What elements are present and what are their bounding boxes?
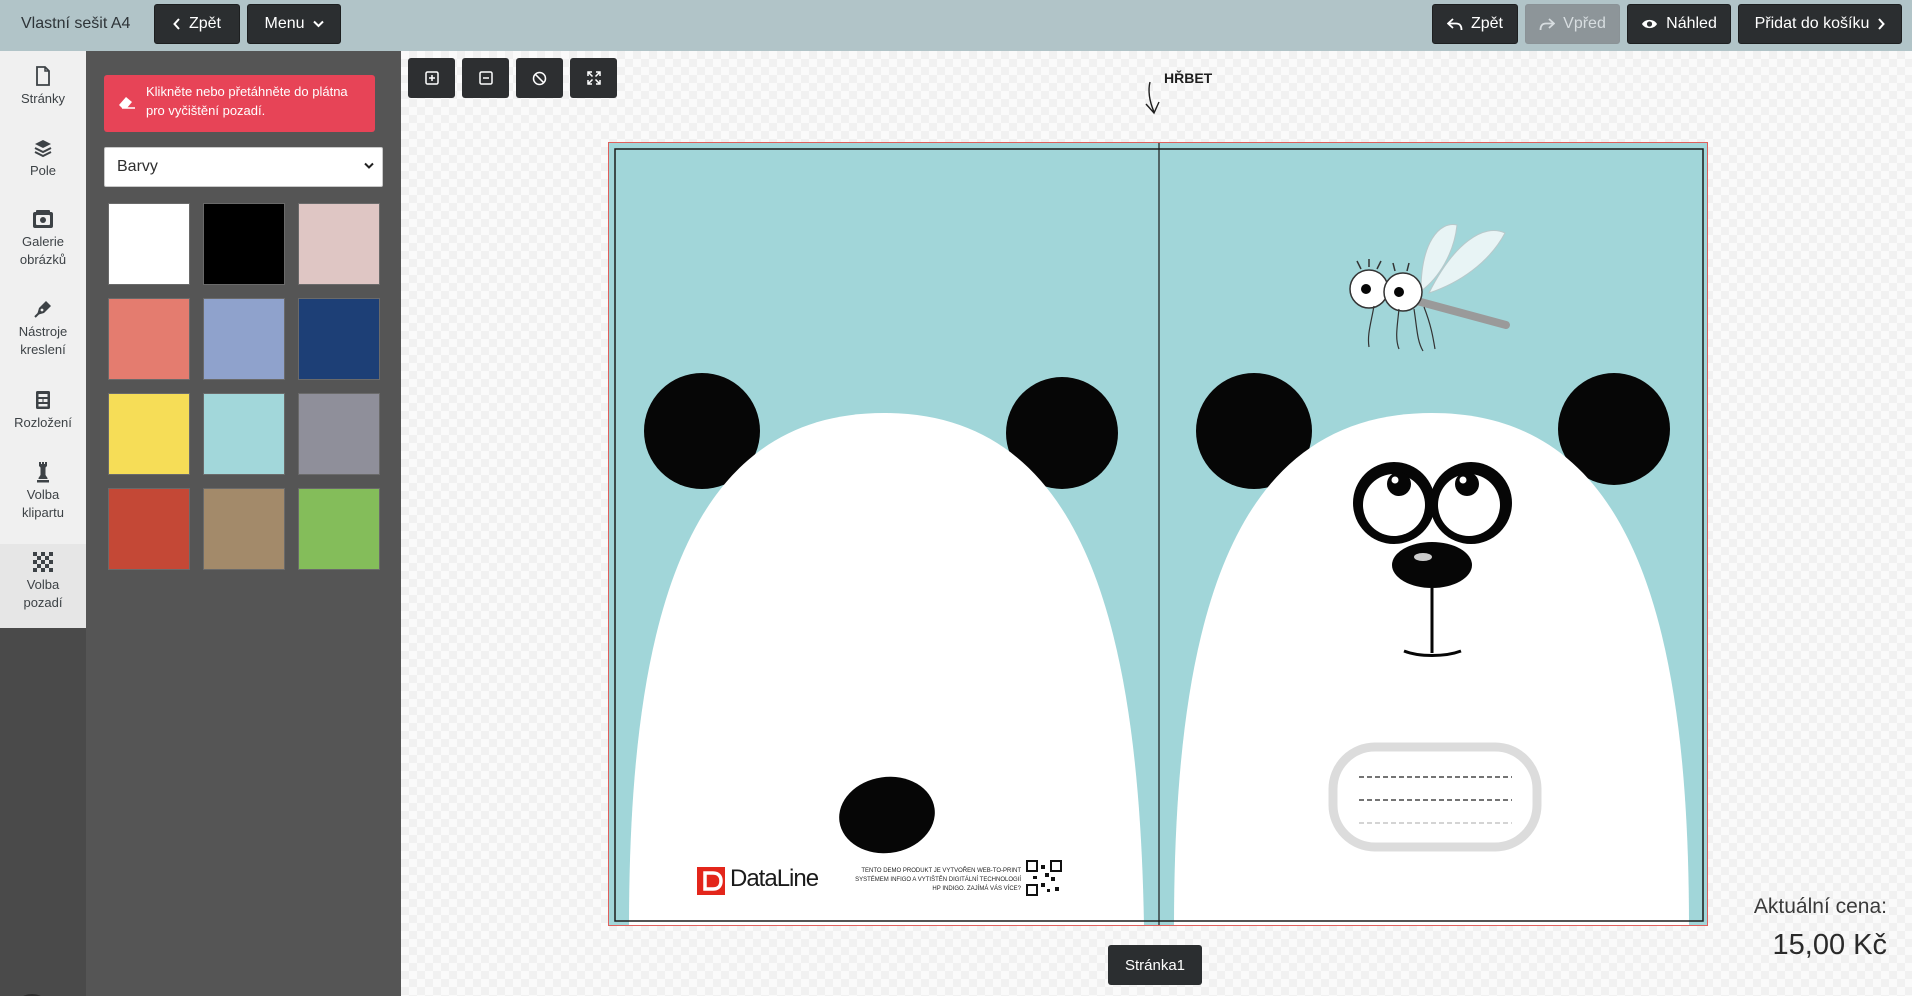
gallery-icon xyxy=(32,208,54,230)
undo-button-label: Zpět xyxy=(1470,15,1503,32)
menu-button[interactable]: Menu xyxy=(247,4,341,44)
menu-button-label: Menu xyxy=(264,15,305,32)
add-to-cart-label: Přidat do košíku xyxy=(1754,15,1870,32)
color-swatch[interactable] xyxy=(203,298,285,380)
sidebar-item-background[interactable]: Volba pozadí xyxy=(0,544,86,628)
sidebar-item-label: Rozložení xyxy=(14,415,72,430)
panda-back-illustration xyxy=(629,373,1144,925)
chevron-left-icon xyxy=(173,18,180,30)
spine-label: HŘBET xyxy=(1164,70,1213,86)
minus-square-icon xyxy=(478,71,493,85)
alert-text-line: pro vyčištění pozadí. xyxy=(146,103,266,118)
chevron-right-icon xyxy=(1878,18,1886,30)
back-button-label: Zpět xyxy=(188,15,221,32)
layout-icon xyxy=(32,389,54,411)
sidebar-item-clipart[interactable]: Volba klipartu xyxy=(0,461,86,543)
price-label: Aktuální cena: xyxy=(1753,895,1887,918)
layers-icon xyxy=(32,137,54,159)
demo-text-line: HP INDIGO. ZAJÍMÁ VÁS VÍCE? xyxy=(932,886,1021,892)
checkerboard-icon xyxy=(32,551,54,573)
sidebar-item-pages[interactable]: Stránky xyxy=(0,65,86,127)
color-swatch[interactable] xyxy=(108,393,190,475)
redo-button-label: Vpřed xyxy=(1563,15,1606,32)
color-swatch[interactable] xyxy=(203,393,285,475)
plus-square-icon xyxy=(424,71,439,85)
color-swatch[interactable] xyxy=(298,203,380,285)
clear-background-alert[interactable]: Klikněte nebo přetáhněte do plátna pro v… xyxy=(104,75,375,132)
sidebar-item-fields[interactable]: Pole xyxy=(0,137,86,199)
sidebar-item-label: klipartu xyxy=(22,505,64,520)
ban-icon xyxy=(532,71,547,85)
sidebar-item-label: kreslení xyxy=(20,342,66,357)
chevron-down-icon xyxy=(312,20,324,28)
demo-text-line: TENTO DEMO PRODUKT JE VYTVOŘEN WEB-TO-PR… xyxy=(861,868,1021,874)
color-swatch[interactable] xyxy=(108,203,190,285)
undo-button[interactable]: Zpět xyxy=(1432,4,1518,44)
color-swatch[interactable] xyxy=(298,298,380,380)
document-title: Vlastní sešit A4 xyxy=(21,15,131,32)
demo-text-line: SYSTÉMEM INFIGO A VYTIŠTĚN DIGITÁLNÍ TEC… xyxy=(855,877,1021,883)
chevron-down-icon xyxy=(364,162,374,169)
back-button[interactable]: Zpět xyxy=(154,4,240,44)
sidebar-item-label: Galerie xyxy=(22,234,64,249)
color-swatch[interactable] xyxy=(108,488,190,570)
preview-button[interactable]: Náhled xyxy=(1627,4,1731,44)
demo-disclaimer: TENTO DEMO PRODUKT JE VYTVOŘEN WEB-TO-PR… xyxy=(807,867,1021,894)
pen-icon xyxy=(32,298,54,320)
background-panel: Klikněte nebo přetáhněte do plátna pro v… xyxy=(86,51,401,996)
design-canvas[interactable]: DataLine TENTO DEMO PRODUKT JE VYTVOŘEN … xyxy=(608,142,1708,926)
top-bar: Vlastní sešit A4 Zpět Menu Zpět Vpřed Ná… xyxy=(0,0,1912,51)
sidebar-item-gallery[interactable]: Galerie obrázků xyxy=(0,208,86,290)
color-swatch[interactable] xyxy=(203,488,285,570)
tool-rail: Stránky Pole Galerie obrázků Nástroje kr… xyxy=(0,51,86,996)
page-selector-button[interactable]: Stránka1 xyxy=(1108,945,1202,985)
sidebar-item-label: Stránky xyxy=(20,91,66,106)
color-swatch[interactable] xyxy=(203,203,285,285)
share-icon xyxy=(1539,17,1556,30)
background-type-value: Barvy xyxy=(117,158,158,175)
fullscreen-button[interactable] xyxy=(570,58,617,98)
eye-icon xyxy=(1642,19,1658,29)
sidebar-item-layout[interactable]: Rozložení xyxy=(0,389,86,451)
sidebar-item-drawing-tools[interactable]: Nástroje kreslení xyxy=(0,298,86,380)
color-swatch[interactable] xyxy=(298,393,380,475)
reply-icon xyxy=(1446,17,1463,30)
sidebar-item-label: Nástroje xyxy=(18,324,68,339)
cover-artwork xyxy=(609,143,1707,925)
sidebar-item-label: Pole xyxy=(29,163,57,178)
eraser-icon xyxy=(119,97,135,109)
price-value: 15,00 Kč xyxy=(1772,929,1887,961)
color-swatch[interactable] xyxy=(108,298,190,380)
logo-text: DataLine xyxy=(730,865,819,892)
sidebar-item-label: obrázků xyxy=(19,252,67,267)
redo-button[interactable]: Vpřed xyxy=(1525,4,1620,44)
preview-button-label: Náhled xyxy=(1666,15,1717,32)
sidebar-item-label: Volba xyxy=(26,577,60,592)
zoom-out-button[interactable] xyxy=(462,58,509,98)
alert-text-line: Klikněte nebo přetáhněte do plátna xyxy=(146,84,348,99)
reset-zoom-button[interactable] xyxy=(516,58,563,98)
page-icon xyxy=(32,65,54,87)
chess-piece-icon xyxy=(32,461,54,483)
panda-face-illustration xyxy=(1174,373,1689,925)
sidebar-item-label: Volba xyxy=(26,487,60,502)
qr-code xyxy=(1026,860,1062,896)
color-swatch[interactable] xyxy=(298,488,380,570)
zoom-in-button[interactable] xyxy=(408,58,455,98)
add-to-cart-button[interactable]: Přidat do košíku xyxy=(1738,4,1902,44)
dataline-logo xyxy=(697,867,725,895)
sidebar-item-label: pozadí xyxy=(23,595,63,610)
background-type-select[interactable]: Barvy xyxy=(104,147,383,187)
expand-icon xyxy=(586,71,601,85)
